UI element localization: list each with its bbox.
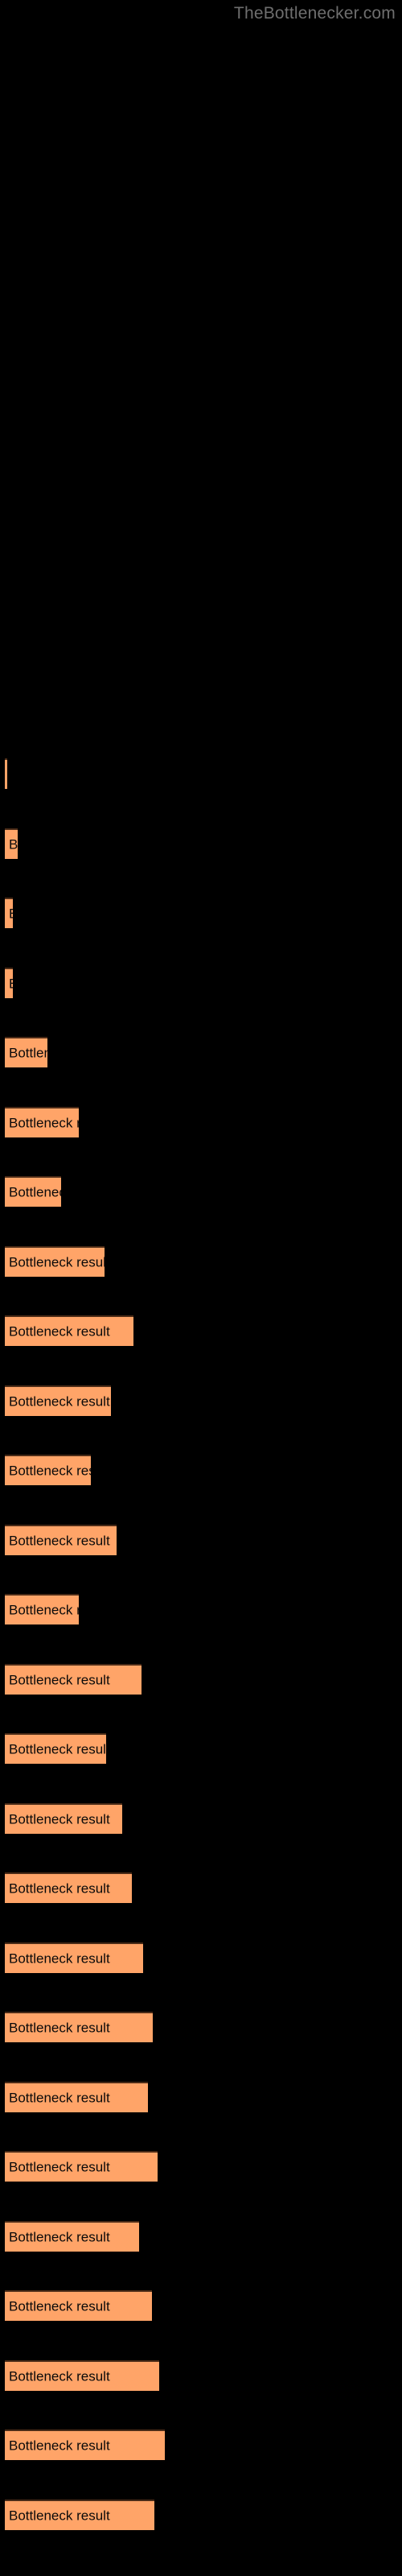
chart-bar[interactable]: Bottleneck result (5, 2499, 154, 2530)
chart-bar[interactable]: Bottleneck result (5, 2220, 139, 2252)
chart-bar[interactable]: Bottleneck result (5, 1455, 91, 1485)
bar-label: Bottleneck result (9, 1811, 110, 1827)
chart-bar[interactable]: Bottleneck result (5, 2081, 148, 2112)
bar-label: Bottleneck result (9, 836, 18, 852)
chart-bar[interactable]: Bottleneck result (5, 1106, 79, 1137)
bar-row: Bottleneck result (0, 1802, 402, 1835)
bar-label: Bottleneck result (9, 2438, 110, 2454)
chart-bar[interactable]: Bottleneck result (5, 1802, 122, 1834)
bar-label: Bottleneck result (9, 2298, 110, 2314)
plot-area: Bottleneck result Bottleneck result Bottle… (0, 0, 402, 2576)
chart-bar[interactable]: Bottleneck result (5, 1733, 106, 1764)
bar-label: Bottleneck result (9, 1115, 79, 1130)
bar-row: Bottleneck result (0, 967, 402, 1000)
bar-label: Bottleneck result (9, 2159, 110, 2175)
chart-bar[interactable]: Bottleneck result (5, 967, 13, 998)
chart-bar[interactable]: Bottleneck result (5, 1315, 133, 1346)
bar-row: Bottleneck result (0, 2151, 402, 2183)
bar-label: Bottleneck result (9, 2229, 110, 2244)
chart-bar[interactable]: Bottleneck result (5, 1872, 132, 1903)
bar-row: Bottleneck result (0, 2359, 402, 2392)
bar-row: Bottleneck result (0, 2499, 402, 2532)
bar-label: Bottleneck result (9, 1880, 110, 1897)
chart-bar[interactable]: Bottleneck result (5, 1037, 47, 1067)
chart-bar[interactable]: Bottleneck result (5, 898, 13, 928)
chart-bar[interactable]: Bottleneck result (5, 2290, 152, 2321)
bar-row: Bottleneck result (0, 1942, 402, 1975)
bar-label: Bottleneck result (9, 1045, 47, 1061)
bar-row: Bottleneck result (0, 1176, 402, 1208)
bar-row: Bottleneck result (0, 1524, 402, 1557)
bar-label: Bottleneck result (9, 2090, 110, 2105)
bar-label: Bottleneck result (9, 1184, 61, 1200)
bottleneck-bar-chart: TheBottlenecker.com Bottleneck resultBot… (0, 0, 402, 2576)
bar-label: Bottleneck result (9, 1254, 105, 1269)
bar-label: Bottleneck result (9, 2368, 110, 2384)
bar-label: Bottleneck result (9, 1323, 110, 1340)
bar-row: Bottleneck result (0, 1037, 402, 1069)
bar-label: Bottleneck result (9, 976, 13, 991)
bar-row: Bottleneck result (0, 1663, 402, 1696)
chart-bar[interactable]: Bottleneck result (5, 828, 18, 859)
bar-row: Bottleneck result (0, 1245, 402, 1278)
bar-label: Bottleneck result (9, 2020, 110, 2036)
bar-label: Bottleneck result (9, 1672, 110, 1687)
bar-label: Bottleneck result (9, 1602, 79, 1618)
bar-row: Bottleneck result (0, 2290, 402, 2322)
bar-row: Bottleneck result (0, 828, 402, 861)
bar-row: Bottleneck result (0, 2081, 402, 2114)
chart-bar[interactable]: Bottleneck result (5, 2151, 158, 2182)
chart-bar[interactable]: Bottleneck result (5, 1663, 142, 1695)
bar-row: Bottleneck result (0, 1872, 402, 1905)
bar-row: Bottleneck result (0, 1106, 402, 1139)
bar-row: Bottleneck result (0, 758, 402, 791)
bar-row: Bottleneck result (0, 898, 402, 930)
bar-row: Bottleneck result (0, 1315, 402, 1348)
bar-row: Bottleneck result (0, 2429, 402, 2462)
chart-bar[interactable]: Bottleneck result (5, 758, 7, 789)
bar-row: Bottleneck result (0, 2220, 402, 2253)
bar-label: Bottleneck result (9, 906, 13, 922)
chart-bar[interactable]: Bottleneck result (5, 2429, 165, 2460)
bar-row: Bottleneck result (0, 1455, 402, 1487)
chart-bar[interactable]: Bottleneck result (5, 1176, 61, 1207)
bar-label: Bottleneck result (9, 1741, 106, 1757)
bar-row: Bottleneck result (0, 1385, 402, 1418)
chart-bar[interactable]: Bottleneck result (5, 1245, 105, 1277)
bar-row: Bottleneck result (0, 1594, 402, 1626)
bar-label: Bottleneck result (9, 1951, 110, 1966)
bar-label: Bottleneck result (9, 1463, 91, 1479)
bar-label: Bottleneck result (9, 2508, 110, 2523)
chart-bar[interactable]: Bottleneck result (5, 2012, 153, 2042)
chart-bar[interactable]: Bottleneck result (5, 1594, 79, 1624)
bar-row: Bottleneck result (0, 1733, 402, 1765)
chart-bar[interactable]: Bottleneck result (5, 1942, 143, 1973)
bar-row: Bottleneck result (0, 2012, 402, 2044)
chart-bar[interactable]: Bottleneck result (5, 1385, 111, 1416)
bar-label: Bottleneck result (9, 1533, 110, 1548)
bar-label: Bottleneck result (9, 1393, 110, 1409)
chart-bar[interactable]: Bottleneck result (5, 1524, 117, 1555)
chart-bar[interactable]: Bottleneck result (5, 2359, 159, 2391)
